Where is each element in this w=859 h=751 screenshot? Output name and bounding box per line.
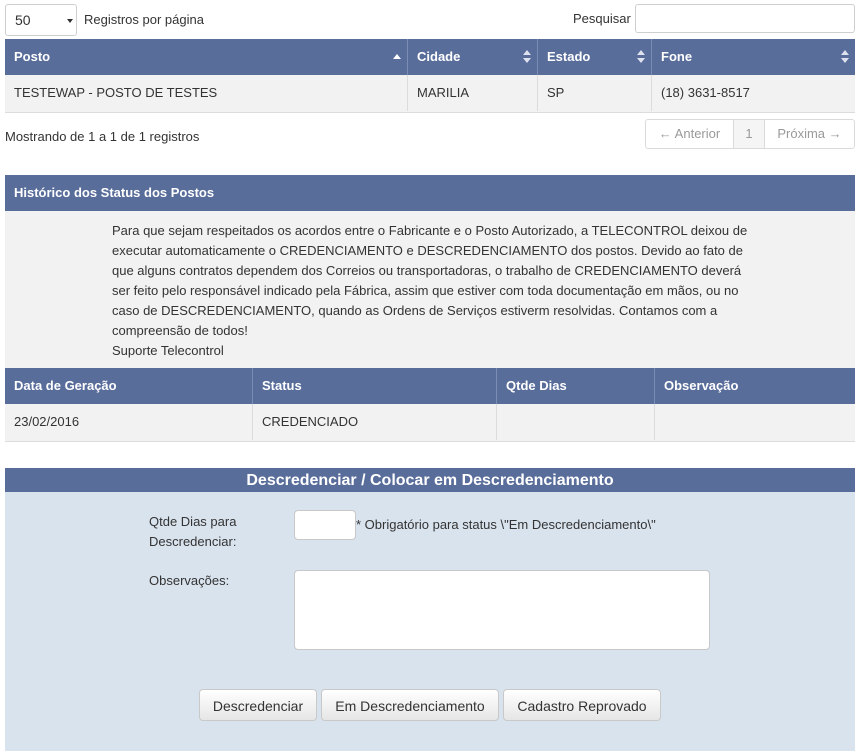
header-posto-label: Posto xyxy=(14,49,51,64)
history-table-header: Data de Geração Status Qtde Dias Observa… xyxy=(5,368,855,404)
cell-cidade: MARILIA xyxy=(408,75,538,111)
next-button[interactable]: Próxima → xyxy=(765,120,854,148)
history-title: Histórico dos Status dos Postos xyxy=(5,175,855,211)
qtde-dias-label: Qtde Dias para Descredenciar: xyxy=(149,512,236,552)
cell-data: 23/02/2016 xyxy=(5,404,253,440)
notice-line: compreensão de todos! xyxy=(112,323,248,338)
notice-box: Para que sejam respeitados os acordos en… xyxy=(5,211,855,368)
notice-line: que alguns contratos dependem dos Correi… xyxy=(112,263,742,278)
header-observacao: Observação xyxy=(664,378,739,393)
observacoes-label: Observações: xyxy=(149,573,230,588)
header-data: Data de Geração xyxy=(5,368,253,404)
sort-both-icon xyxy=(637,50,645,64)
descredenciar-button[interactable]: Descredenciar xyxy=(199,689,317,721)
page-1-button[interactable]: 1 xyxy=(734,120,765,148)
search-input[interactable] xyxy=(635,4,855,33)
observacoes-textarea[interactable] xyxy=(294,570,710,650)
cadastro-reprovado-button[interactable]: Cadastro Reprovado xyxy=(503,689,661,721)
previous-button[interactable]: ← Anterior xyxy=(646,120,734,148)
qtde-dias-input[interactable] xyxy=(294,510,356,540)
table-row: 23/02/2016 CREDENCIADO xyxy=(5,404,855,442)
search-label: Pesquisar xyxy=(573,11,631,26)
header-estado[interactable]: Estado xyxy=(538,39,652,75)
notice-text: Para que sejam respeitados os acordos en… xyxy=(112,221,762,361)
cell-estado: SP xyxy=(538,75,652,111)
sort-asc-icon xyxy=(393,54,401,59)
notice-line: caso de DESCREDENCIAMENTO, quando as Ord… xyxy=(112,303,718,318)
chevron-down-icon xyxy=(67,19,73,23)
header-cidade[interactable]: Cidade xyxy=(408,39,538,75)
sort-both-icon xyxy=(841,50,849,64)
header-estado-label: Estado xyxy=(547,49,591,64)
table-row[interactable]: TESTEWAP - POSTO DE TESTES MARILIA SP (1… xyxy=(5,75,855,113)
sort-both-icon xyxy=(523,50,531,64)
page-length-label: Registros por página xyxy=(84,12,204,27)
header-qtde-dias: Qtde Dias xyxy=(497,368,655,404)
header-fone[interactable]: Fone xyxy=(652,39,855,75)
header-status: Status xyxy=(253,368,497,404)
notice-line: ser feito pelo responsável indicado pela… xyxy=(112,283,739,298)
header-fone-label: Fone xyxy=(661,49,693,64)
postos-table-header: Posto Cidade Estado Fone xyxy=(5,39,855,75)
qtde-dias-label-line: Descredenciar: xyxy=(149,534,237,549)
page-length-value: 50 xyxy=(15,12,31,28)
qtde-dias-label-line: Qtde Dias para xyxy=(149,514,237,529)
notice-line: executar automaticamente o CREDENCIAMENT… xyxy=(112,243,743,258)
pagination: ← Anterior 1 Próxima → xyxy=(645,119,855,149)
header-posto[interactable]: Posto xyxy=(5,39,408,75)
notice-line: Para que sejam respeitados os acordos en… xyxy=(112,223,748,238)
qtde-dias-hint: * Obrigatório para status \"Em Descreden… xyxy=(356,517,656,532)
form-title: Descredenciar / Colocar em Descredenciam… xyxy=(5,468,855,492)
cell-qtde-dias xyxy=(497,404,655,440)
header-cidade-label: Cidade xyxy=(417,49,461,64)
cell-observacao xyxy=(655,404,855,440)
cell-fone: (18) 3631-8517 xyxy=(661,85,750,100)
cell-posto: TESTEWAP - POSTO DE TESTES xyxy=(5,75,408,111)
em-descredenciamento-button[interactable]: Em Descredenciamento xyxy=(321,689,499,721)
page-length-select[interactable]: 50 xyxy=(5,4,77,36)
table-info: Mostrando de 1 a 1 de 1 registros xyxy=(5,129,200,144)
notice-line: Suporte Telecontrol xyxy=(112,343,224,358)
cell-status: CREDENCIADO xyxy=(253,404,497,440)
